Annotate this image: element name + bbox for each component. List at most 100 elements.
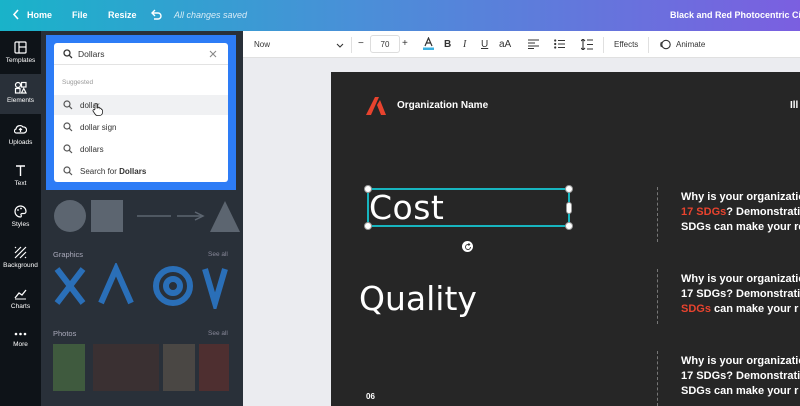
graphics-row[interactable] <box>53 263 243 309</box>
search-icon <box>63 144 73 154</box>
back-chevron-icon[interactable] <box>12 9 20 22</box>
suggestion-text: dollars <box>80 145 104 154</box>
selected-text-box[interactable]: Cost <box>364 185 573 230</box>
rail-label: Text <box>14 180 27 187</box>
search-highlight-frame: Suggested dollar dollar sign dollars Sea… <box>46 35 236 190</box>
highlight-text: 17 SDGs <box>681 206 727 218</box>
file-menu[interactable]: File <box>72 10 88 20</box>
background-icon <box>14 246 27 259</box>
body-text-block[interactable]: Why is your organizatio 17 SDGs? Demonst… <box>681 272 800 317</box>
organization-name[interactable]: Organization Name <box>397 100 488 111</box>
body-line: 17 SDGs? Demonstrati <box>681 370 800 382</box>
rail-item-text[interactable]: Text <box>0 160 41 194</box>
document-title[interactable]: Black and Red Photocentric Civil S <box>670 10 800 20</box>
rotate-handle[interactable] <box>462 241 473 252</box>
palette-icon <box>14 205 27 218</box>
rail-label: Elements <box>6 97 35 104</box>
clear-search-icon[interactable] <box>209 50 217 58</box>
rail-item-more[interactable]: More <box>0 324 41 358</box>
text-icon <box>16 165 25 176</box>
search-for-dollars[interactable]: Search for Dollars <box>54 161 228 181</box>
resize-handle[interactable] <box>566 202 572 214</box>
rail-item-background[interactable]: Background <box>0 242 41 276</box>
body-text-block[interactable]: Why is your organizatio 17 SDGs? Demonst… <box>681 190 800 235</box>
resize-handle[interactable] <box>364 185 372 193</box>
photo-thumbnail[interactable] <box>53 344 85 391</box>
photo-thumbnail[interactable] <box>199 344 229 391</box>
font-size-input[interactable]: 70 <box>370 35 400 53</box>
rail-label: More <box>13 341 28 348</box>
resize-button[interactable]: Resize <box>108 10 137 20</box>
rail-label: Background <box>3 262 38 269</box>
search-icon <box>63 100 73 110</box>
rail-item-elements[interactable]: Elements <box>0 74 41 114</box>
list-icon[interactable] <box>554 39 565 51</box>
font-size-increase[interactable]: + <box>402 38 408 49</box>
divider <box>657 187 658 242</box>
search-bar <box>54 43 228 65</box>
rail-item-uploads[interactable]: Uploads <box>0 119 41 153</box>
font-size-decrease[interactable]: − <box>358 38 364 49</box>
body-line: SDGs can make your r <box>681 302 800 317</box>
undo-icon[interactable] <box>150 9 162 22</box>
templates-icon <box>14 41 27 54</box>
page-number: 06 <box>366 392 375 401</box>
highlight-text: SDGs <box>681 303 711 315</box>
rail-item-charts[interactable]: Charts <box>0 283 41 317</box>
body-line: 17 SDGs? Demonstrati <box>681 205 800 220</box>
body-line: Why is your organizatio <box>681 191 800 203</box>
underline-icon[interactable]: U <box>481 39 488 50</box>
rail-item-styles[interactable]: Styles <box>0 201 41 235</box>
suggestion-dollar-sign[interactable]: dollar sign <box>54 117 228 137</box>
search-for-term: Dollars <box>119 167 147 176</box>
chevron-down-icon <box>336 43 344 48</box>
rail-label: Charts <box>10 303 31 310</box>
photos-see-all[interactable]: See all <box>208 330 228 337</box>
search-icon <box>63 166 73 176</box>
animate-icon[interactable] <box>660 39 671 52</box>
save-status: All changes saved <box>174 10 248 20</box>
text-color-icon[interactable] <box>423 36 434 52</box>
slide-corner-mark: Ill <box>790 100 799 111</box>
search-icon <box>63 49 73 59</box>
italic-icon[interactable]: I <box>463 39 466 50</box>
photo-thumbnail[interactable] <box>93 344 159 391</box>
suggested-label: Suggested <box>62 79 94 86</box>
rail-item-templates[interactable]: Templates <box>0 37 41 71</box>
editor-toolbar: Now − 70 + B I U aA Effects Animate <box>243 31 800 58</box>
effects-button[interactable]: Effects <box>614 40 638 49</box>
body-text-block[interactable]: Why is your organizatio 17 SDGs? Demonst… <box>681 354 800 399</box>
line-spacing-icon[interactable] <box>580 38 593 52</box>
font-select[interactable]: Now <box>251 37 346 53</box>
divider <box>351 37 352 53</box>
resize-handle[interactable] <box>565 185 573 193</box>
search-icon <box>63 122 73 132</box>
animate-button[interactable]: Animate <box>676 40 705 49</box>
suggestion-dollar[interactable]: dollar <box>54 95 228 116</box>
suggestion-dollars[interactable]: dollars <box>54 139 228 159</box>
resize-handle[interactable] <box>565 222 573 230</box>
quality-heading[interactable]: Quality <box>359 279 477 318</box>
elements-icon <box>14 81 27 94</box>
body-line: SDGs can make your re <box>681 221 800 233</box>
graphics-heading: Graphics <box>53 250 84 259</box>
cost-heading[interactable]: Cost <box>369 188 444 227</box>
resize-handle[interactable] <box>364 222 372 230</box>
photos-heading: Photos <box>53 329 77 338</box>
graphics-see-all[interactable]: See all <box>208 251 228 258</box>
body-line: 17 SDGs? Demonstrati <box>681 288 800 300</box>
divider <box>657 269 658 324</box>
org-logo-icon <box>366 97 386 115</box>
body-text: ? Demonstrati <box>726 206 800 218</box>
search-for-text: Search for Dollars <box>80 167 146 176</box>
letter-case-icon[interactable]: aA <box>499 39 511 50</box>
top-bar: Home File Resize All changes saved Black… <box>0 0 800 31</box>
rotate-icon <box>464 242 471 250</box>
search-input[interactable] <box>78 47 198 61</box>
shapes-row[interactable] <box>53 199 243 233</box>
home-button[interactable]: Home <box>27 10 52 20</box>
bold-icon[interactable]: B <box>444 39 451 50</box>
divider <box>648 37 649 53</box>
align-left-icon[interactable] <box>528 39 539 51</box>
photo-thumbnail[interactable] <box>163 344 195 391</box>
